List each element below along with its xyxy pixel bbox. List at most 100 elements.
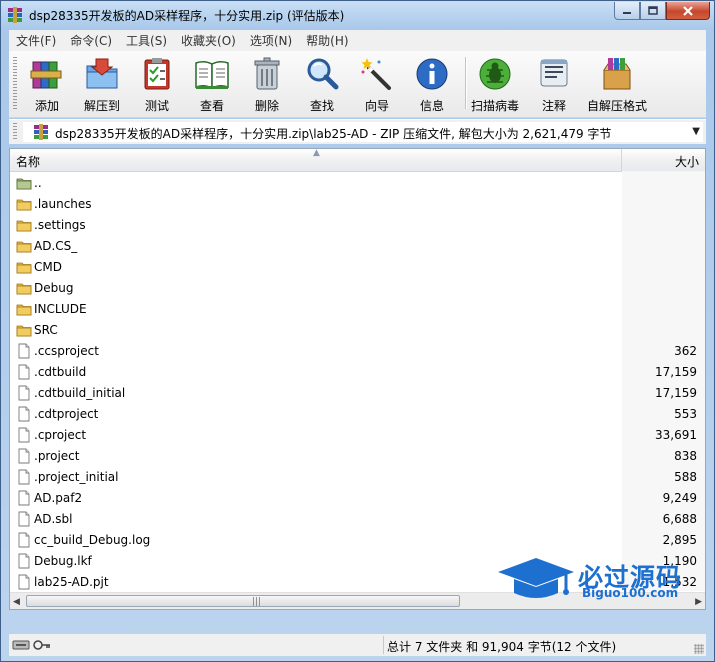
watermark: 必过源码 Biguo100.com <box>496 554 706 604</box>
list-item[interactable]: .settings <box>10 215 705 236</box>
menu-file[interactable]: 文件(F) <box>9 32 63 49</box>
list-item[interactable]: AD.sbl 6,688 <box>10 509 705 530</box>
folder-icon <box>16 259 32 275</box>
wizard-wand-icon <box>361 58 391 90</box>
maximize-button[interactable] <box>640 2 666 20</box>
scrollbar-thumb[interactable]: ||| <box>26 595 460 607</box>
file-icon <box>16 385 32 401</box>
delete-button[interactable]: 删除 <box>241 54 293 113</box>
folder-icon <box>16 280 32 296</box>
item-name: INCLUDE <box>34 302 87 316</box>
test-label: 测试 <box>144 99 169 113</box>
close-button[interactable] <box>666 2 710 20</box>
list-item[interactable]: AD.CS_ <box>10 236 705 257</box>
menu-options[interactable]: 选项(N) <box>243 32 299 49</box>
test-clipboard-icon <box>144 58 170 90</box>
close-icon <box>683 5 693 16</box>
resize-grip-icon[interactable] <box>694 644 704 654</box>
item-name: CMD <box>34 260 62 274</box>
item-size: 17,159 <box>655 365 697 379</box>
virus-scan-label: 扫描病毒 <box>470 99 519 113</box>
list-item[interactable]: .cdtbuild 17,159 <box>10 362 705 383</box>
address-grip[interactable] <box>13 123 17 141</box>
file-icon <box>16 490 32 506</box>
virus-scan-button[interactable]: 扫描病毒 <box>469 54 521 113</box>
key-drive-icon[interactable] <box>12 638 52 652</box>
item-name: lab25-AD.pjt <box>34 575 109 589</box>
address-combobox[interactable]: dsp28335开发板的AD采样程序，十分实用.zip\lab25-AD - Z… <box>23 122 703 142</box>
list-item[interactable]: .cproject 33,691 <box>10 425 705 446</box>
item-size: 553 <box>674 407 697 421</box>
view-button[interactable]: 查看 <box>186 54 238 113</box>
sfx-box-icon <box>603 58 631 90</box>
list-item[interactable]: INCLUDE <box>10 299 705 320</box>
column-divider[interactable] <box>621 149 622 171</box>
toolbar: 添加 解压到 测试 查看 删除 查找 向导 信息 扫描病毒 注释 自解压格式 <box>9 51 706 118</box>
wizard-label: 向导 <box>364 99 389 113</box>
item-size: 6,688 <box>662 512 697 526</box>
add-button[interactable]: 添加 <box>21 54 73 113</box>
item-size: 17,159 <box>655 386 697 400</box>
file-icon <box>16 343 32 359</box>
wizard-button[interactable]: 向导 <box>351 54 403 113</box>
list-item[interactable]: .. <box>10 173 705 194</box>
extract-button[interactable]: 解压到 <box>76 54 128 113</box>
view-book-icon <box>195 60 229 90</box>
virus-scan-icon <box>479 58 511 90</box>
column-size-header[interactable]: 大小 <box>675 153 699 170</box>
find-button[interactable]: 查找 <box>296 54 348 113</box>
item-name: .cdtproject <box>34 407 99 421</box>
graduation-cap-icon <box>498 558 574 598</box>
list-item[interactable]: SRC <box>10 320 705 341</box>
list-item[interactable]: CMD <box>10 257 705 278</box>
folder-icon <box>16 322 32 338</box>
column-name-header[interactable]: 名称 <box>16 153 40 170</box>
item-name: .cdtbuild_initial <box>34 386 126 400</box>
dropdown-arrow-icon[interactable]: ▼ <box>692 126 700 137</box>
info-label: 信息 <box>419 99 444 113</box>
file-icon <box>16 574 32 590</box>
item-name: .settings <box>34 218 86 232</box>
menu-favorites[interactable]: 收藏夹(O) <box>174 32 243 49</box>
comment-button[interactable]: 注释 <box>528 54 580 113</box>
list-item[interactable]: .project 838 <box>10 446 705 467</box>
list-item[interactable]: Debug <box>10 278 705 299</box>
list-item[interactable]: .ccsproject 362 <box>10 341 705 362</box>
list-item[interactable]: .launches <box>10 194 705 215</box>
item-name: .cproject <box>34 428 87 442</box>
list-rows: .. .launches .settings AD.CS_ CMD Debug INCLUD… <box>10 173 705 593</box>
winrar-app-icon[interactable] <box>7 7 23 23</box>
item-name: .launches <box>34 197 92 211</box>
list-item[interactable]: cc_build_Debug.log 2,895 <box>10 530 705 551</box>
file-icon <box>16 469 32 485</box>
address-path: dsp28335开发板的AD采样程序，十分实用.zip\lab25-AD - Z… <box>55 127 612 141</box>
toolbar-separator <box>465 57 467 109</box>
sfx-button[interactable]: 自解压格式 <box>584 54 650 113</box>
item-name: .project_initial <box>34 470 119 484</box>
list-item[interactable]: .cdtproject 553 <box>10 404 705 425</box>
info-button[interactable]: 信息 <box>406 54 458 113</box>
folder-icon <box>16 238 32 254</box>
file-icon <box>16 532 32 548</box>
item-name: Debug <box>34 281 74 295</box>
menu-tools[interactable]: 工具(S) <box>119 32 174 49</box>
item-size: 2,895 <box>662 533 697 547</box>
extract-label: 解压到 <box>83 99 120 113</box>
item-name: .cdtbuild <box>34 365 87 379</box>
title-bar: dsp28335开发板的AD采样程序，十分实用.zip (评估版本) <box>1 1 714 29</box>
menu-commands[interactable]: 命令(C) <box>63 32 119 49</box>
item-name: Debug.lkf <box>34 554 92 568</box>
item-name: cc_build_Debug.log <box>34 533 151 547</box>
toolbar-grip[interactable] <box>13 57 17 111</box>
list-item[interactable]: AD.paf2 9,249 <box>10 488 705 509</box>
maximize-icon <box>648 5 658 15</box>
minimize-button[interactable] <box>614 2 640 20</box>
scroll-left-icon[interactable]: ◀ <box>13 597 20 607</box>
list-item[interactable]: .project_initial 588 <box>10 467 705 488</box>
list-item[interactable]: .cdtbuild_initial 17,159 <box>10 383 705 404</box>
parent-folder-icon <box>16 175 32 191</box>
menu-help[interactable]: 帮助(H) <box>299 32 355 49</box>
item-name: SRC <box>34 323 58 337</box>
test-button[interactable]: 测试 <box>131 54 183 113</box>
delete-label: 删除 <box>254 99 279 113</box>
